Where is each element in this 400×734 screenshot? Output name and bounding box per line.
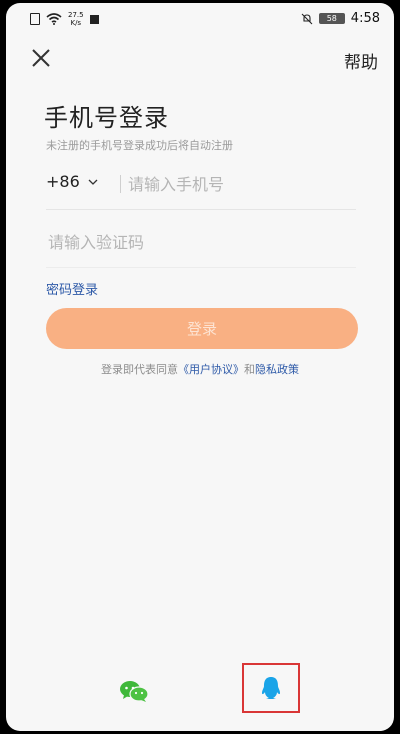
verification-code-input[interactable] (46, 227, 350, 257)
clock: 4:58 (350, 11, 380, 26)
user-agreement-link[interactable]: 《用户协议》 (178, 363, 244, 376)
notification-icon (89, 14, 99, 24)
code-field-row (46, 221, 356, 268)
help-link[interactable]: 帮助 (344, 48, 378, 73)
status-bar: 27.5 K/s 58 4:58 (6, 3, 394, 35)
page-subtitle: 未注册的手机号登录成功后将自动注册 (46, 139, 233, 152)
agreement-prefix: 登录即代表同意 (101, 363, 178, 376)
network-speed-unit: K/s (70, 19, 82, 27)
app-screen: 27.5 K/s 58 4:58 帮助 手机号登录 未注册的手机号登录成功后将自… (6, 3, 394, 731)
privacy-policy-link[interactable]: 隐私政策 (255, 363, 299, 376)
network-speed: 27.5 K/s (68, 11, 84, 27)
agreement-text: 登录即代表同意《用户协议》和隐私政策 (6, 361, 394, 377)
login-button[interactable]: 登录 (46, 308, 358, 349)
wifi-icon (46, 13, 62, 25)
status-right: 58 4:58 (301, 11, 380, 26)
close-icon[interactable] (28, 45, 54, 71)
phone-field-row: +86 (46, 163, 358, 210)
bell-muted-icon (301, 13, 313, 24)
agreement-and: 和 (244, 363, 255, 376)
page-title: 手机号登录 (44, 104, 169, 132)
password-login-link[interactable]: 密码登录 (46, 279, 98, 298)
country-code-label: +86 (46, 172, 80, 191)
field-divider (120, 175, 121, 193)
sim-card-icon (30, 13, 40, 25)
country-code-selector[interactable]: +86 (46, 172, 98, 191)
chevron-down-icon (88, 179, 98, 185)
wechat-icon[interactable] (118, 679, 150, 703)
status-left: 27.5 K/s (30, 11, 99, 27)
qq-icon (262, 677, 280, 699)
battery-indicator: 58 (318, 13, 345, 24)
phone-number-input[interactable] (126, 169, 358, 199)
network-speed-value: 27.5 (68, 11, 84, 19)
qq-login-button[interactable] (242, 663, 300, 713)
